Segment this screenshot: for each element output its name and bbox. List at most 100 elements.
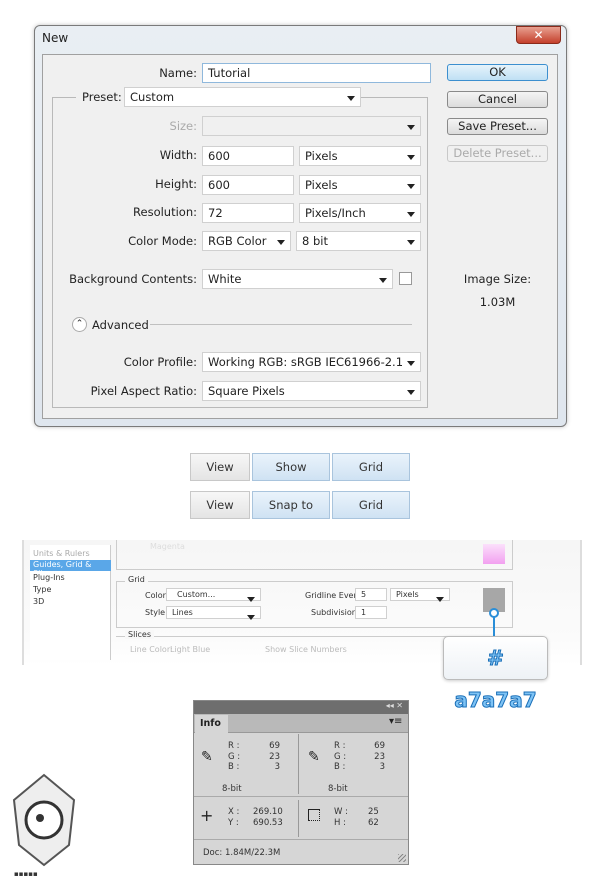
height-unit-select[interactable]: Pixels (299, 175, 421, 195)
background-color-swatch[interactable] (399, 272, 412, 285)
wh-labels: W :H : (334, 807, 348, 829)
dialog-title: New (42, 31, 69, 45)
pixel-aspect-label: Pixel Aspect Ratio: (90, 384, 197, 398)
tab-info[interactable]: Info (195, 715, 228, 734)
g-value: 23 (269, 751, 280, 762)
callout-dot (489, 608, 499, 618)
name-label: Name: (159, 66, 197, 80)
grid-style-select[interactable]: Lines (166, 606, 261, 620)
close-panel-icon[interactable]: ✕ (396, 701, 403, 710)
menu-snap-to[interactable]: Snap to (252, 491, 330, 519)
grid-style-label: Style: (145, 608, 168, 617)
ok-button[interactable]: OK (447, 64, 548, 81)
rgb-values-left: 69 23 3 (250, 741, 280, 773)
b-value: 3 (379, 762, 385, 772)
g-label: G : (228, 751, 241, 762)
divider (194, 839, 408, 840)
name-input[interactable]: Tutorial (202, 63, 431, 83)
selection-size-icon (308, 809, 320, 821)
svg-text:▪▪▪▪▪: ▪▪▪▪▪ (14, 870, 38, 878)
rgb-values-right: 69 23 3 (355, 741, 385, 773)
x-label: X : (228, 807, 240, 817)
divider (194, 796, 408, 797)
preset-select[interactable]: Custom (124, 87, 361, 107)
preset-label: Preset: (76, 90, 128, 104)
height-label: Height: (155, 177, 197, 191)
grid-color-label: Color: (145, 591, 169, 600)
divider (298, 734, 299, 794)
menu-grid[interactable]: Grid (332, 491, 410, 519)
close-icon: ✕ (533, 28, 544, 42)
advanced-label: Advanced (92, 318, 149, 332)
resolution-input[interactable]: 72 (202, 203, 294, 223)
width-label: Width: (159, 148, 197, 162)
watermark-logo: ▪▪▪▪▪ (12, 773, 76, 878)
doc-size: Doc: 1.84M/22.3M (203, 848, 281, 858)
line-color-label: Line Color: (130, 645, 173, 654)
bit-depth-select[interactable]: 8 bit (296, 231, 421, 251)
b-label: B : (334, 762, 346, 772)
background-label: Background Contents: (69, 272, 197, 286)
grid-color-select[interactable]: Custom... (166, 588, 261, 602)
sidebar-item-guides[interactable]: Guides, Grid & Slices (30, 560, 111, 578)
menu-grid[interactable]: Grid (332, 453, 410, 481)
g-value: 23 (374, 751, 385, 762)
collapse-icon[interactable]: ◂◂ (386, 701, 394, 710)
advanced-divider (150, 324, 412, 325)
r-label: R : (228, 741, 240, 751)
close-button[interactable]: ✕ (516, 26, 561, 44)
background-select[interactable]: White (202, 269, 393, 289)
r-value: 69 (374, 741, 385, 751)
resolution-label: Resolution: (133, 205, 197, 219)
crosshair-icon: + (200, 806, 214, 825)
menu-view[interactable]: View (190, 453, 250, 481)
rgb-labels-left: R :G :B : (228, 741, 240, 773)
line-color-select: Light Blue (170, 645, 211, 654)
h-label: H : (334, 818, 346, 828)
eyedropper-icon: ✎ (308, 749, 320, 765)
r-value: 69 (269, 741, 280, 751)
x-value: 269.10 (253, 807, 283, 817)
gridline-input[interactable]: 5 (355, 588, 387, 601)
color-callout: # a7a7a7 (443, 636, 548, 713)
width-input[interactable]: 600 (202, 146, 294, 166)
width-unit-select[interactable]: Pixels (299, 146, 421, 166)
xy-labels: X :Y : (228, 807, 239, 829)
size-select (202, 116, 421, 136)
image-size-value: 1.03M (479, 295, 516, 309)
panel-header: ◂◂ ✕ (194, 701, 408, 714)
height-input[interactable]: 600 (202, 175, 294, 195)
w-value: 25 (368, 807, 379, 817)
sidebar-item-3d[interactable]: 3D (33, 597, 44, 606)
color-profile-select[interactable]: Working RGB: sRGB IEC61966-2.1 (202, 352, 421, 372)
gridline-unit-select[interactable]: Pixels (390, 588, 450, 602)
cancel-button[interactable]: Cancel (447, 91, 548, 108)
guides-color-swatch[interactable] (483, 544, 505, 564)
bit-depth-right: 8-bit (328, 784, 348, 794)
g-label: G : (334, 751, 347, 762)
sidebar-item-units[interactable]: Units & Rulers (33, 549, 90, 558)
subdivisions-input[interactable]: 1 (355, 606, 387, 619)
menu-show[interactable]: Show (252, 453, 330, 481)
image-size-label: Image Size: (463, 272, 532, 286)
collapse-advanced-icon[interactable]: ⌃ (72, 317, 87, 332)
sidebar-item-type[interactable]: Type (33, 585, 51, 594)
guides-color: Magenta (150, 542, 185, 551)
w-label: W : (334, 807, 348, 817)
h-value: 62 (368, 818, 379, 828)
b-value: 3 (274, 762, 280, 772)
sidebar-item-plugins[interactable]: Plug-Ins (33, 573, 65, 582)
save-preset-button[interactable]: Save Preset... (447, 118, 548, 135)
rgb-labels-right: R :G :B : (334, 741, 346, 773)
resolution-unit-select[interactable]: Pixels/Inch (299, 203, 421, 223)
color-mode-select[interactable]: RGB Color (202, 231, 291, 251)
resize-grip[interactable] (398, 854, 406, 862)
menu-view[interactable]: View (190, 491, 250, 519)
y-label: Y : (228, 818, 239, 828)
grid-title: Grid (125, 575, 148, 584)
wh-values: 25 62 (368, 807, 379, 829)
panel-menu-icon[interactable]: ▾≡ (389, 716, 402, 727)
pixel-aspect-select[interactable]: Square Pixels (202, 381, 421, 401)
b-label: B : (228, 762, 240, 772)
slices-title: Slices (125, 630, 155, 639)
